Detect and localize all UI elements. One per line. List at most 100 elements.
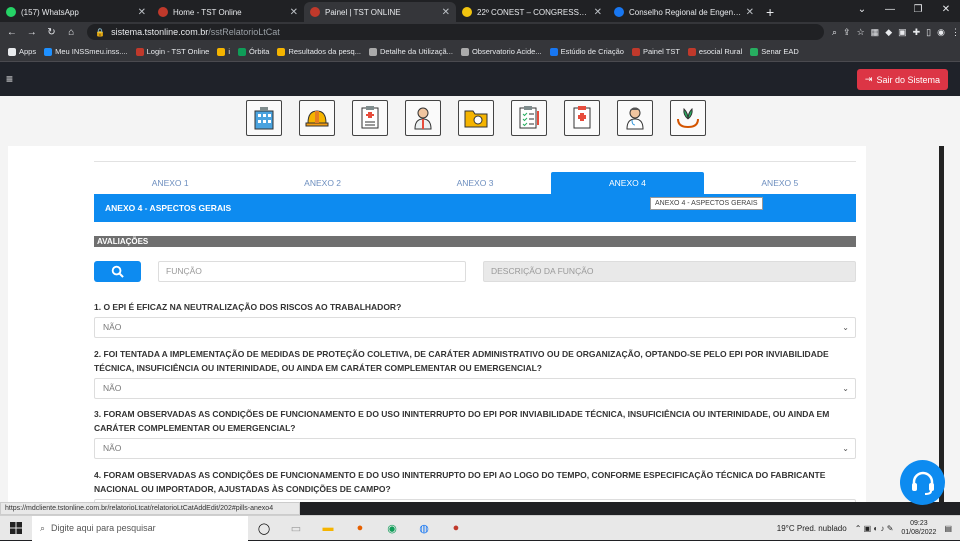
home-icon[interactable]: ⌂ [63,27,79,38]
answer-select-3[interactable]: NÃO ⌄ [94,438,856,459]
browser-tab-whatsapp[interactable]: (157) WhatsApp ✕ [0,2,152,22]
bookmark-label: Órbita [249,47,270,56]
answer-select-2[interactable]: NÃO ⌄ [94,378,856,399]
bookmark-item[interactable]: Resultados da pesq... [277,47,361,56]
health-clipboard-module-button[interactable] [564,100,600,136]
extension-icon[interactable]: ▦ [871,27,880,38]
sidebar-icon[interactable]: ▯ [926,27,931,38]
checklist-module-button[interactable] [511,100,547,136]
search-button[interactable] [94,261,141,282]
notifications-icon[interactable]: ▤ [944,524,952,533]
tab-anexo-5[interactable]: ANEXO 5 [704,172,856,194]
drive-icon [217,47,226,56]
close-icon[interactable]: ✕ [594,7,602,18]
menu-icon[interactable]: ⋮ [951,27,960,38]
bookmark-label: Detalhe da Utilizaçã... [379,47,453,56]
app-icon[interactable]: ● [440,522,472,534]
bookmark-item[interactable]: Meu INSSmeu.inss.... [44,47,128,56]
firefox-icon[interactable]: ● [344,522,376,534]
tab-anexo-3[interactable]: ANEXO 3 [399,172,551,194]
drive-icon [238,47,246,56]
extension-icon[interactable]: ▣ [898,27,907,38]
profile-icon[interactable]: ◉ [937,27,945,38]
function-description-input[interactable]: DESCRIÇÃO DA FUNÇÃO [483,261,856,282]
share-icon[interactable]: ⇪ [843,27,851,38]
doctor-module-button[interactable] [617,100,653,136]
bookmark-label: Observatorio Acide... [471,47,542,56]
bookmark-item[interactable]: i [217,47,230,56]
chevron-down-icon[interactable]: ⌄ [848,0,876,20]
tab-anexo-4[interactable]: ANEXO 4 [551,172,704,194]
bookmark-item[interactable]: Login - TST Online [135,47,210,56]
building-icon [254,107,274,130]
close-icon[interactable]: ✕ [138,7,146,18]
chrome-icon[interactable]: ◉ [376,522,408,535]
bookmark-item[interactable]: Estúdio de Criação [549,47,624,56]
bookmark-item[interactable]: Senar EAD [750,47,799,56]
bookmark-item[interactable]: Órbita [238,47,269,56]
extension-icon[interactable]: ◆ [885,27,892,38]
tab-anexo-1[interactable]: ANEXO 1 [94,172,246,194]
module-icon-bar [246,100,706,136]
browser-tab-home[interactable]: Home - TST Online ✕ [152,2,304,22]
answer-select-1[interactable]: NÃO ⌄ [94,317,856,338]
app-icon[interactable]: ◍ [408,522,440,535]
weather-text[interactable]: 19°C Pred. nublado [777,524,847,533]
doctor-icon [626,107,644,130]
star-icon[interactable]: ☆ [857,27,865,38]
hamburger-menu-icon[interactable]: ≡ [6,72,20,86]
minimize-icon[interactable]: — [876,0,904,20]
tst-icon [631,47,640,56]
medical-record-module-button[interactable] [352,100,388,136]
start-button[interactable] [0,522,32,534]
bookmark-label: Painel TST [642,47,680,56]
close-window-icon[interactable]: ✕ [932,0,960,20]
support-chat-button[interactable] [900,460,945,505]
puzzle-icon[interactable]: ✚ [913,27,921,38]
logout-button[interactable]: ⇥ Sair do Sistema [856,69,948,90]
forward-icon[interactable]: → [24,27,40,38]
back-icon[interactable]: ← [4,27,20,38]
sign-out-icon: ⇥ [864,74,873,84]
reload-icon[interactable]: ↻ [44,27,60,38]
worker-module-button[interactable] [405,100,441,136]
close-icon[interactable]: ✕ [290,7,298,18]
section-header: AVALIAÇÕES [94,236,856,247]
page-scrollbar[interactable] [939,146,944,502]
browser-tab-crea[interactable]: Conselho Regional de Engenharia ✕ [608,2,760,22]
tray-icons[interactable]: ⌃ ▣ ◐ ♪ ✎ [855,524,894,533]
bookmark-label: Login - TST Online [146,47,210,56]
tab-anexo-2[interactable]: ANEXO 2 [246,172,398,194]
search-icon[interactable]: ⌕ [832,27,837,38]
app-header: ≡ ⇥ Sair do Sistema [0,62,960,96]
folder-module-button[interactable] [458,100,494,136]
url-field[interactable]: 🔒 sistema.tstonline.com.br/sstRelatorioL… [87,24,824,40]
meta-icon [549,47,558,56]
app-icon[interactable]: ▭ [280,522,312,535]
taskbar-search[interactable]: ⌕ Digite aqui para pesquisar [32,515,248,541]
clock[interactable]: 09:23 01/08/2022 [901,519,936,537]
tab-title: 22º CONEST – CONGRESSO NAC [477,7,590,17]
browser-tab-painel[interactable]: Painel | TST ONLINE ✕ [304,2,456,22]
maximize-icon[interactable]: ❐ [904,0,932,20]
bookmarks-bar: Apps Meu INSSmeu.inss.... Login - TST On… [0,42,960,62]
extensions: ⌕ ⇪ ☆ ▦ ◆ ▣ ✚ ▯ ◉ ⋮ [832,27,960,38]
bookmark-item[interactable]: Painel TST [631,47,680,56]
browser-tab-conest[interactable]: 22º CONEST – CONGRESSO NAC ✕ [456,2,608,22]
bookmark-item[interactable]: esocial Rural [687,47,742,56]
bookmark-item[interactable]: Observatorio Acide... [460,47,542,56]
building-module-button[interactable] [246,100,282,136]
bookmark-item[interactable]: Detalhe da Utilizaçã... [368,47,453,56]
helmet-module-button[interactable] [299,100,335,136]
system-tray: 19°C Pred. nublado ⌃ ▣ ◐ ♪ ✎ 09:23 01/08/… [777,519,960,537]
close-icon[interactable]: ✕ [746,7,754,18]
file-explorer-icon[interactable]: ▬ [312,522,344,534]
bookmark-item[interactable]: Apps [8,47,36,56]
tab-title: (157) WhatsApp [21,7,79,17]
task-view-icon[interactable]: ◯ [248,522,280,535]
function-input[interactable]: FUNÇÃO [158,261,466,282]
inss-icon [44,47,53,56]
care-module-button[interactable] [670,100,706,136]
new-tab-button[interactable]: + [766,2,774,22]
close-icon[interactable]: ✕ [442,7,450,18]
